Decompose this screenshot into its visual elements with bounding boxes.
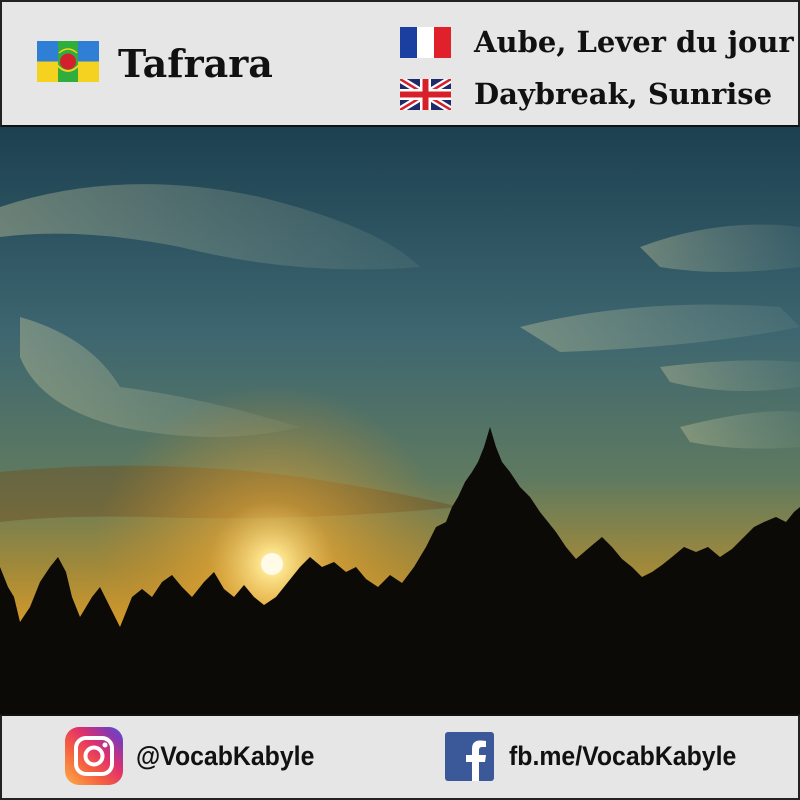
facebook-icon[interactable] [445, 732, 494, 781]
uk-flag-icon [400, 79, 451, 110]
english-translation: Daybreak, Sunrise [474, 77, 773, 111]
french-translation: Aube, Lever du jour [474, 25, 794, 59]
instagram-handle[interactable]: @VocabKabyle [136, 737, 314, 775]
vocabulary-card: Tafrara Aube, Lever du jour Daybreak, Su… [0, 0, 800, 800]
france-flag-icon [400, 27, 451, 58]
sunrise-photo [0, 127, 800, 714]
facebook-handle[interactable]: fb.me/VocabKabyle [509, 737, 736, 775]
sun [261, 553, 283, 575]
instagram-icon[interactable] [65, 727, 123, 785]
kabyle-word: Tafrara [118, 41, 273, 86]
kabyle-flag-icon [37, 41, 99, 82]
